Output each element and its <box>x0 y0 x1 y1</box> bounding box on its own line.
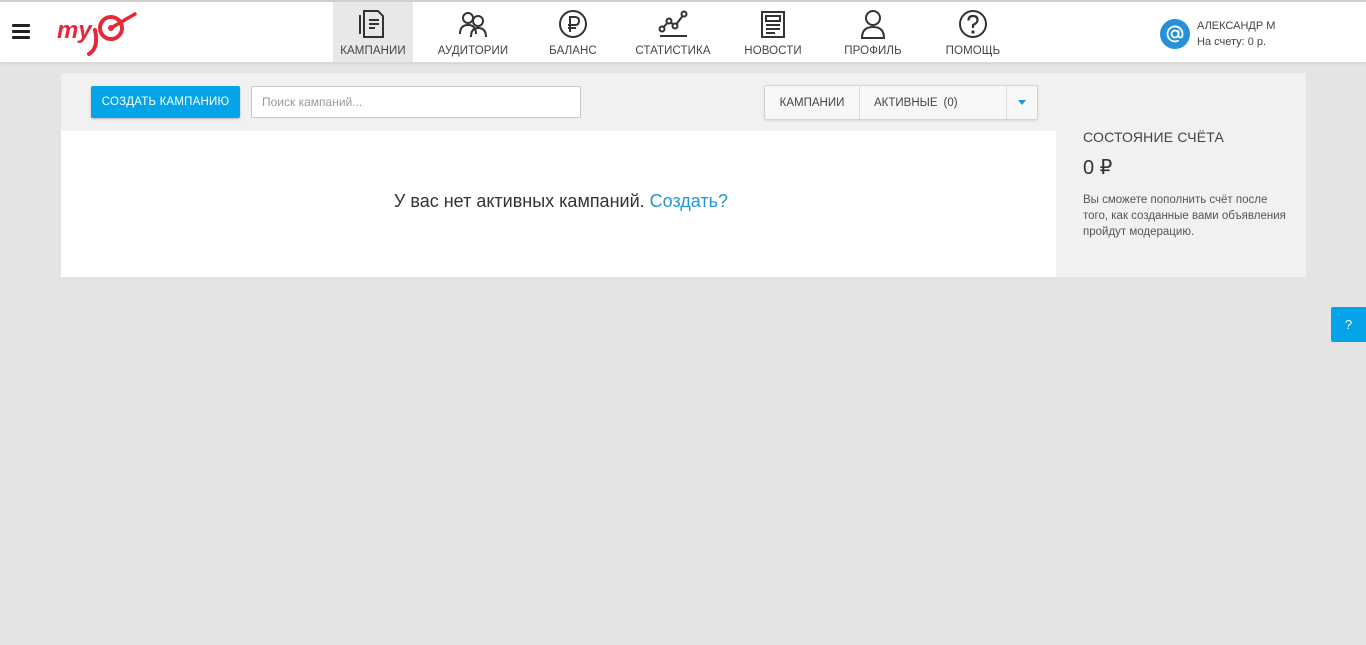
campaign-search-input[interactable] <box>251 86 581 118</box>
help-icon <box>959 10 987 38</box>
profile-icon <box>860 10 886 39</box>
help-tab-button[interactable]: ? <box>1331 307 1366 342</box>
main-nav: КАМПАНИИ АУДИТОРИИ БАЛАНС СТАТИСТИКА НОВ… <box>333 2 1033 62</box>
filter-dropdown-toggle[interactable] <box>1007 86 1037 119</box>
campaign-filter: КАМПАНИИ АКТИВНЫЕ (0) <box>764 85 1038 120</box>
avatar[interactable] <box>1160 19 1190 49</box>
campaign-list-area: У вас нет активных кампаний. Создать? <box>61 131 1056 277</box>
user-balance: На счету: 0 р. <box>1197 36 1267 48</box>
menu-icon[interactable] <box>12 24 30 40</box>
nav-label-audiences: АУДИТОРИИ <box>437 45 509 57</box>
filter-status-label: АКТИВНЫЕ <box>874 96 938 109</box>
nav-label-statistics: СТАТИСТИКА <box>635 45 711 57</box>
mytarget-logo[interactable]: my <box>55 8 140 58</box>
nav-item-balance[interactable]: БАЛАНС <box>533 2 613 62</box>
nav-item-audiences[interactable]: АУДИТОРИИ <box>433 2 513 62</box>
nav-item-profile[interactable]: ПРОФИЛЬ <box>833 2 913 62</box>
filter-status-select[interactable]: АКТИВНЫЕ (0) <box>860 86 1007 119</box>
account-balance-value: 0 ₽ <box>1083 157 1113 179</box>
user-info: АЛЕКСАНДР М На счету: 0 р. <box>1197 18 1275 50</box>
nav-label-balance: БАЛАНС <box>549 45 597 57</box>
filter-type-tab[interactable]: КАМПАНИИ <box>765 86 860 119</box>
ruble-icon <box>559 10 587 38</box>
empty-state: У вас нет активных кампаний. Создать? <box>61 191 1061 212</box>
account-status-note: Вы сможете пополнить счёт после того, ка… <box>1083 194 1286 238</box>
account-status-title: СОСТОЯНИЕ СЧЁТА <box>1083 129 1225 145</box>
create-campaign-button[interactable]: СОЗДАТЬ КАМПАНИЮ <box>91 86 240 118</box>
filter-status-count: (0) <box>943 96 958 109</box>
nav-item-campaigns[interactable]: КАМПАНИИ <box>333 2 413 62</box>
nav-label-campaigns: КАМПАНИИ <box>340 45 406 57</box>
account-status-panel: СОСТОЯНИЕ СЧЁТА 0 ₽ Вы сможете пополнить… <box>1083 129 1288 240</box>
at-sign-icon <box>1166 25 1184 43</box>
app-header: my КАМПАНИИ АУДИТОРИИ БАЛАНС СТАТИСТИКА … <box>0 2 1366 63</box>
create-campaign-link[interactable]: Создать? <box>650 191 728 211</box>
chevron-down-icon <box>1018 100 1026 105</box>
nav-item-statistics[interactable]: СТАТИСТИКА <box>633 2 713 62</box>
user-menu[interactable]: АЛЕКСАНДР М На счету: 0 р. <box>1160 17 1275 51</box>
user-name: АЛЕКСАНДР М <box>1197 20 1276 32</box>
campaigns-panel: СОЗДАТЬ КАМПАНИЮ КАМПАНИИ АКТИВНЫЕ (0) У… <box>61 73 1306 277</box>
nav-label-help: ПОМОЩЬ <box>945 45 1001 57</box>
nav-label-news: НОВОСТИ <box>744 45 802 57</box>
nav-item-news[interactable]: НОВОСТИ <box>733 2 813 62</box>
nav-label-profile: ПРОФИЛЬ <box>844 45 902 57</box>
campaigns-icon <box>359 10 384 38</box>
svg-text:my: my <box>57 17 93 44</box>
audiences-icon <box>459 12 487 38</box>
nav-item-help[interactable]: ПОМОЩЬ <box>933 2 1013 62</box>
empty-state-message: У вас нет активных кампаний. <box>393 191 645 211</box>
statistics-icon <box>658 10 688 37</box>
news-icon <box>761 11 785 38</box>
